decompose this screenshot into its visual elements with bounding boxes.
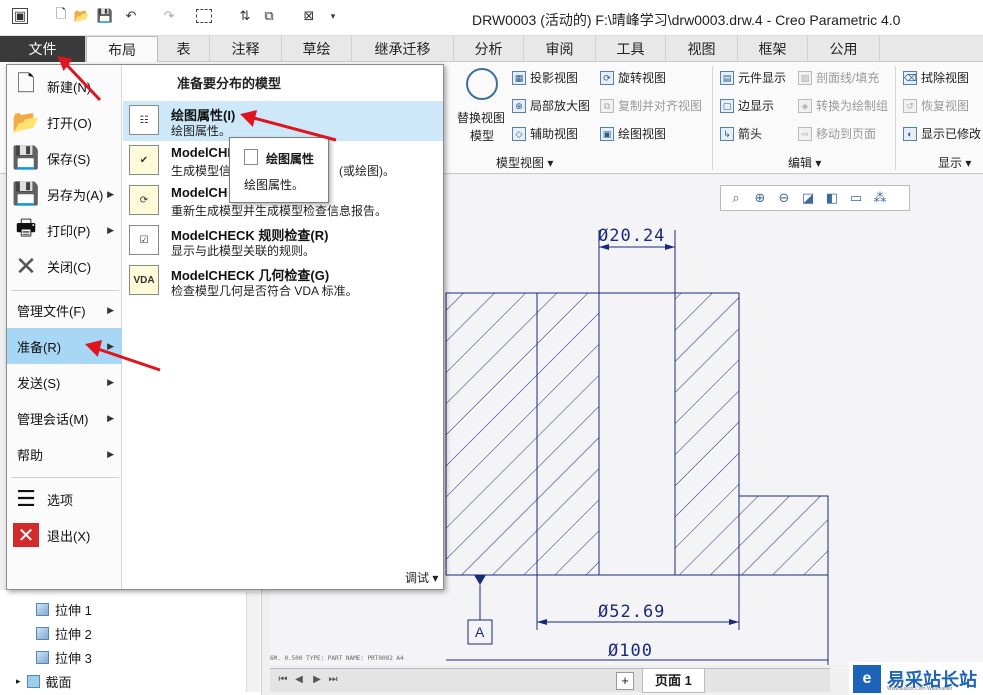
red-arrow-head	[85, 339, 103, 357]
red-arrow-prepare	[94, 346, 161, 372]
red-arrow-properties	[249, 115, 337, 142]
red-arrow-head	[240, 109, 258, 127]
watermark-logo-icon: e	[853, 664, 881, 693]
watermark-subtext: Www.Easck.Com Webmaster	[887, 686, 953, 692]
watermark: e 易采站长站 Www.Easck.Com Webmaster	[849, 662, 983, 695]
annotation-arrows	[57, 55, 337, 372]
red-arrow-file	[62, 60, 102, 102]
